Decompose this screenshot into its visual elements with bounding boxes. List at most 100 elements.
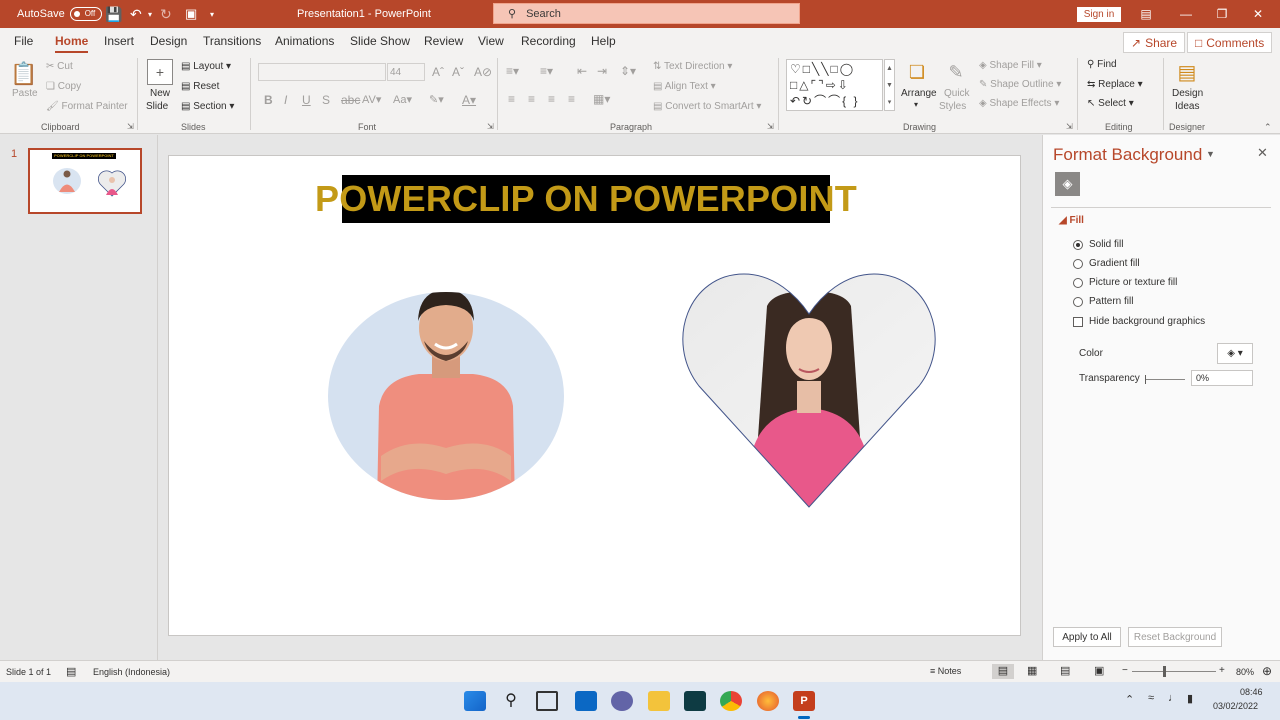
transparency-slider[interactable] — [1145, 379, 1185, 380]
start-icon[interactable] — [464, 691, 486, 711]
drawing-launcher-icon[interactable]: ⇲ — [1066, 122, 1073, 131]
picture-fill-option[interactable]: Picture or texture fill — [1073, 277, 1177, 288]
underline-icon[interactable]: U — [302, 93, 311, 107]
font-size-input[interactable]: 44 — [387, 63, 425, 81]
tray-chevron-icon[interactable]: ⌃ — [1125, 693, 1134, 706]
transparency-input[interactable]: 0% — [1191, 370, 1253, 386]
collapse-ribbon-icon[interactable]: ⌃ — [1264, 122, 1272, 133]
volume-icon[interactable]: ♩ — [1168, 692, 1179, 704]
sign-in-button[interactable]: Sign in — [1077, 7, 1121, 22]
align-left-icon[interactable]: ≡ — [508, 92, 515, 106]
woman-photo[interactable] — [669, 266, 969, 516]
strikethrough-icon[interactable]: abc — [341, 93, 360, 107]
powerpoint-taskbar-icon[interactable]: P — [793, 691, 815, 711]
language-indicator[interactable]: English (Indonesia) — [93, 667, 170, 677]
bold-icon[interactable]: B — [264, 93, 273, 107]
solid-fill-option[interactable]: Solid fill — [1073, 239, 1123, 250]
fill-section-header[interactable]: ◢ Fill — [1059, 215, 1084, 226]
widgets-icon[interactable] — [575, 691, 597, 711]
zoom-out-icon[interactable]: − — [1122, 665, 1128, 676]
accessibility-icon[interactable]: ▤ — [66, 665, 76, 678]
zoom-in-icon[interactable]: + — [1219, 665, 1225, 676]
share-button[interactable]: ↗ Share — [1123, 32, 1186, 53]
slide-thumbnail[interactable]: POWERCLIP ON POWERPOINT — [28, 148, 142, 214]
shape-effects-button[interactable]: ◈ Shape Effects ▾ — [979, 98, 1059, 109]
shapes-gallery-scroll[interactable]: ▲ ▼ ▾ — [884, 59, 895, 111]
paste-button[interactable]: Paste — [12, 88, 38, 99]
quick-styles-label-1[interactable]: Quick — [944, 88, 970, 99]
increase-font-icon[interactable]: Aˆ — [432, 65, 444, 79]
search-taskbar-icon[interactable]: ⚲ — [500, 691, 522, 711]
tab-transitions[interactable]: Transitions — [203, 34, 261, 48]
shape-fill-button[interactable]: ◈ Shape Fill ▾ — [979, 60, 1042, 71]
tab-file[interactable]: File — [14, 34, 33, 48]
notes-button[interactable]: ≡ Notes — [930, 666, 961, 676]
clock-time[interactable]: 08:46 — [1240, 687, 1263, 697]
quick-styles-label-2[interactable]: Styles — [939, 101, 966, 112]
save-icon[interactable]: 💾 — [105, 0, 122, 28]
hide-background-option[interactable]: Hide background graphics — [1073, 316, 1205, 327]
zoom-slider-thumb[interactable] — [1163, 666, 1166, 677]
man-photo[interactable] — [319, 286, 579, 516]
shadow-icon[interactable]: S — [322, 93, 330, 107]
hide-background-checkbox[interactable] — [1073, 316, 1083, 327]
redo-icon[interactable]: ↻ — [160, 0, 172, 28]
tab-recording[interactable]: Recording — [521, 34, 576, 48]
italic-icon[interactable]: I — [284, 93, 287, 107]
pattern-fill-option[interactable]: Pattern fill — [1073, 296, 1133, 307]
copy-button[interactable]: ❏ Copy — [46, 81, 81, 92]
increase-indent-icon[interactable]: ⇥ — [597, 64, 607, 78]
slide-sorter-icon[interactable]: ▦ — [1027, 664, 1037, 677]
arrange-icon[interactable]: ❏ — [905, 59, 929, 85]
convert-smartart-button[interactable]: ▤ Convert to SmartArt ▾ — [653, 101, 761, 112]
reset-background-button[interactable]: Reset Background — [1128, 627, 1222, 647]
firefox-icon[interactable] — [757, 691, 779, 711]
autosave[interactable]: AutoSave Off — [17, 0, 102, 28]
comments-button[interactable]: □ Comments — [1187, 32, 1273, 53]
font-color-icon[interactable]: A▾ — [462, 93, 476, 107]
quick-styles-icon[interactable]: ✎ — [944, 59, 968, 85]
layout-button[interactable]: ▤ Layout ▾ — [181, 61, 231, 72]
close-icon[interactable]: ✕ — [1240, 0, 1276, 28]
reading-view-icon[interactable]: ▤ — [1060, 664, 1070, 677]
char-spacing-icon[interactable]: AV▾ — [362, 93, 381, 106]
arrange-dropdown-icon[interactable]: ▾ — [914, 100, 918, 109]
file-explorer-icon[interactable] — [648, 691, 670, 711]
paragraph-launcher-icon[interactable]: ⇲ — [767, 122, 774, 131]
shape-outline-button[interactable]: ✎ Shape Outline ▾ — [979, 79, 1061, 90]
new-slide-label-1[interactable]: New — [150, 88, 170, 99]
font-name-input[interactable] — [258, 63, 386, 81]
minimize-icon[interactable]: — — [1168, 0, 1204, 28]
radio-solid-fill[interactable] — [1073, 239, 1083, 250]
reset-button[interactable]: ▤ Reset — [181, 81, 219, 92]
maximize-icon[interactable]: ❐ — [1204, 0, 1240, 28]
slide-canvas[interactable]: POWERCLIP ON POWERPOINT — [168, 155, 1021, 636]
bullets-icon[interactable]: ≡▾ — [506, 64, 519, 78]
tab-design[interactable]: Design — [150, 34, 187, 48]
ribbon-display-icon[interactable]: ▤ — [1128, 0, 1164, 28]
clear-formatting-icon[interactable]: A⊘ — [474, 65, 492, 79]
transparency-slider-thumb[interactable] — [1145, 375, 1146, 384]
shapes-gallery[interactable]: ♡□╲╲□◯ □△⌜⌝⇨⇩ ↶↻⌒⌒{ } — [786, 59, 883, 111]
align-center-icon[interactable]: ≡ — [528, 92, 535, 106]
autosave-toggle[interactable]: Off — [69, 7, 102, 21]
design-ideas-icon[interactable]: ▤ — [1174, 58, 1200, 86]
radio-picture-fill[interactable] — [1073, 277, 1083, 288]
wifi-icon[interactable]: ≈ — [1148, 692, 1154, 704]
line-spacing-icon[interactable]: ⇕▾ — [620, 64, 636, 78]
chrome-icon[interactable] — [720, 691, 742, 711]
tab-insert[interactable]: Insert — [104, 34, 134, 48]
fill-tab-icon[interactable]: ◈ — [1055, 172, 1080, 196]
decrease-indent-icon[interactable]: ⇤ — [577, 64, 587, 78]
design-ideas-label-1[interactable]: Design — [1172, 88, 1203, 99]
columns-icon[interactable]: ▦▾ — [593, 92, 610, 106]
font-launcher-icon[interactable]: ⇲ — [487, 122, 494, 131]
clock-date[interactable]: 03/02/2022 — [1213, 701, 1258, 711]
tab-slide-show[interactable]: Slide Show — [350, 34, 410, 48]
numbering-icon[interactable]: ≡▾ — [540, 64, 553, 78]
justify-icon[interactable]: ≡ — [568, 92, 575, 106]
pane-options-icon[interactable]: ▼ — [1206, 149, 1215, 159]
text-direction-button[interactable]: ⇅ Text Direction ▾ — [653, 61, 732, 72]
arrange-button[interactable]: Arrange — [901, 88, 937, 99]
color-picker-button[interactable]: ◈ ▾ — [1217, 343, 1253, 364]
